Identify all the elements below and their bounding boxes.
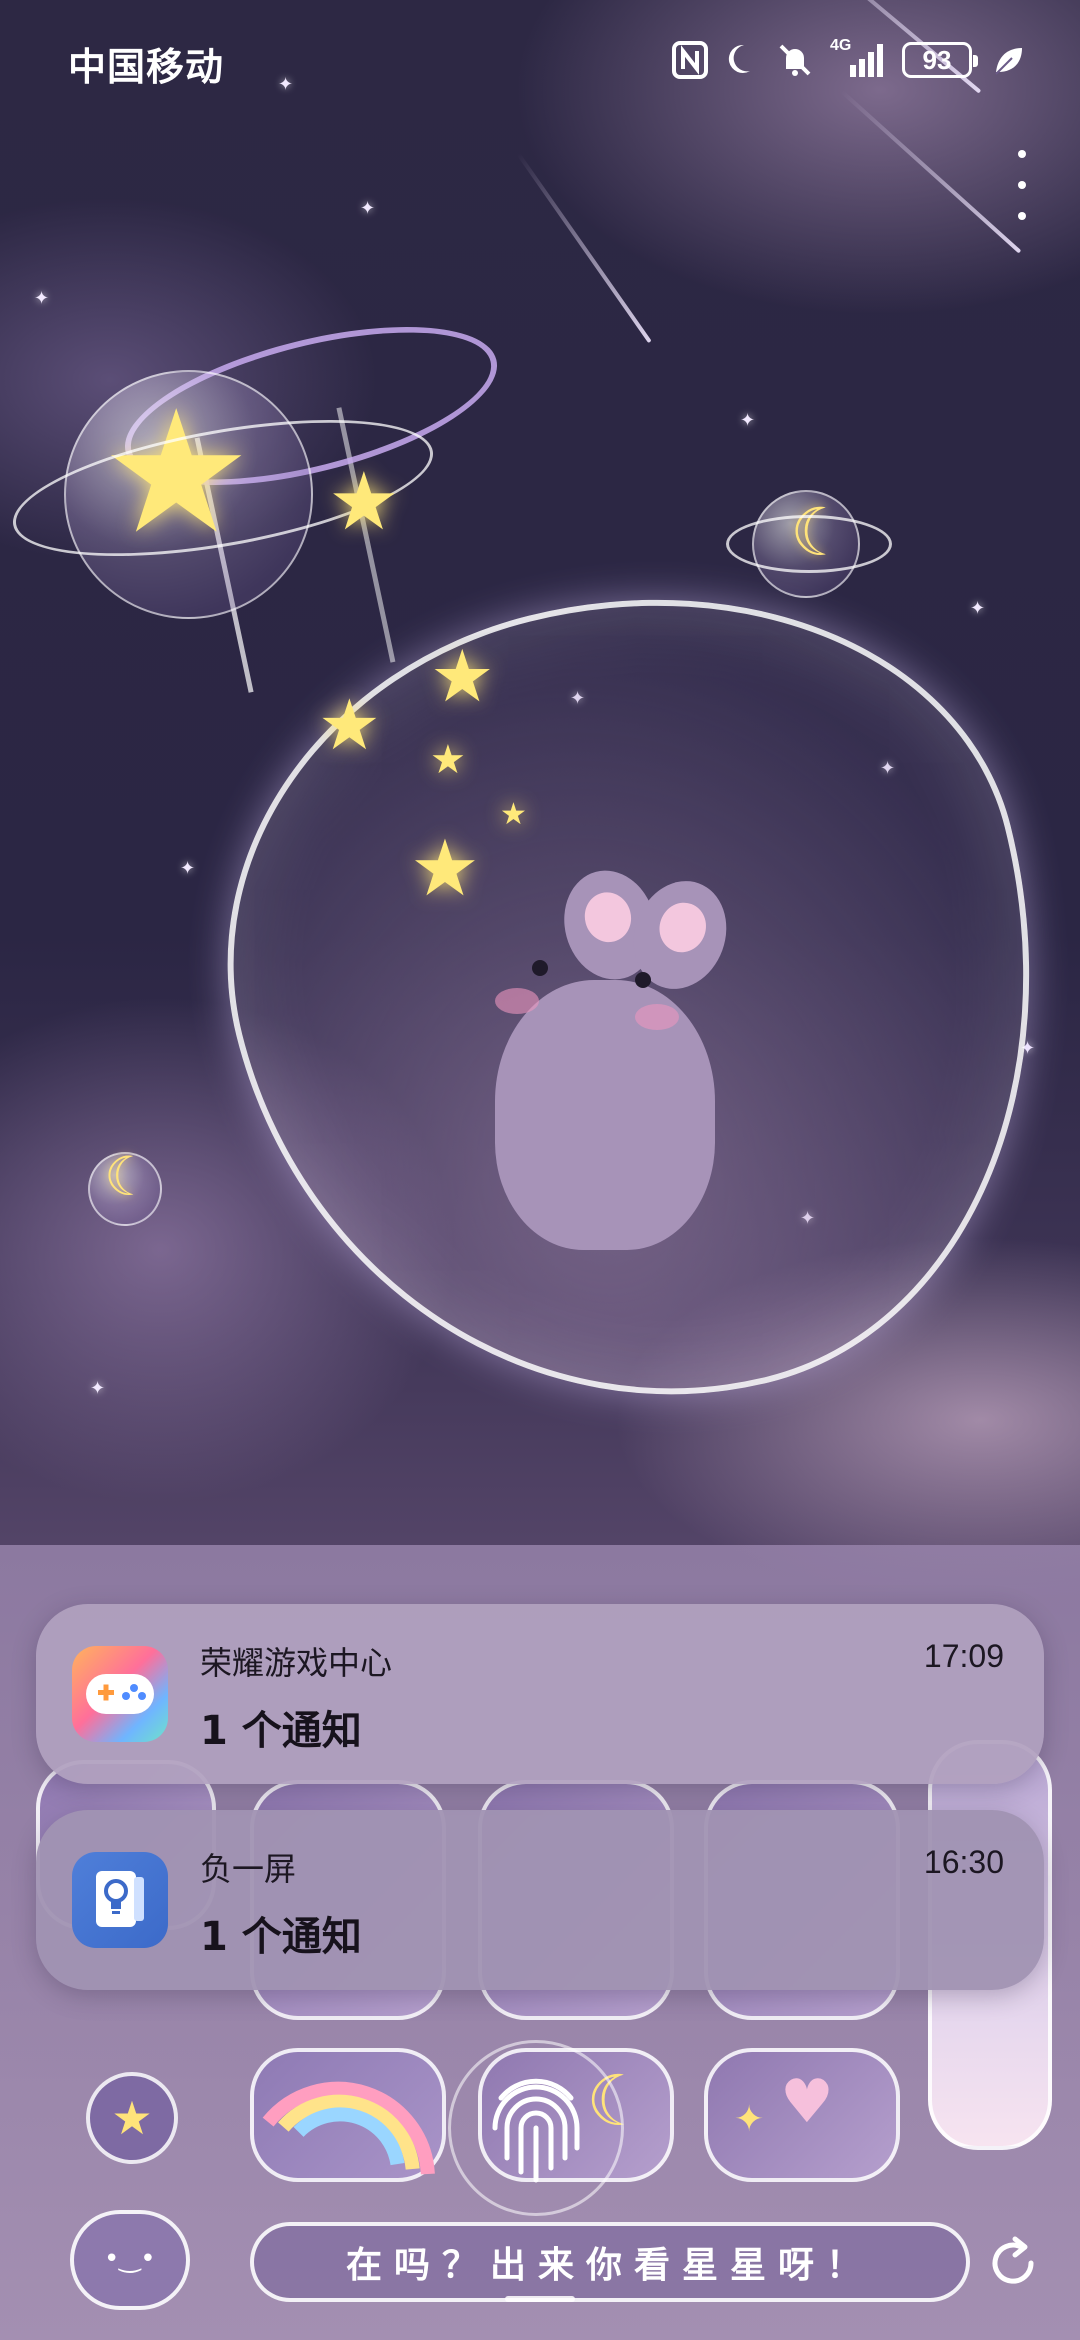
- status-icons: 4G 93: [672, 37, 1024, 82]
- notification-card[interactable]: 荣耀游戏中心 17:09 1 个通知: [36, 1604, 1044, 1784]
- notification-message: 1 个通知: [200, 1708, 362, 1754]
- moon-icon: ☾: [104, 1145, 153, 1208]
- fingerprint-icon[interactable]: [448, 2040, 624, 2216]
- star-wand-icon: ★: [410, 824, 480, 914]
- sparkle-icon: ✦: [180, 858, 196, 879]
- home-indicator[interactable]: [505, 2296, 575, 2302]
- status-bar: 中国移动 4G 93: [0, 0, 1080, 120]
- notification-app-name: 荣耀游戏中心: [200, 1644, 393, 1682]
- message-banner[interactable]: 在吗？出来你看星星呀！: [250, 2222, 970, 2302]
- star-icon: ★: [430, 634, 495, 718]
- moon-do-not-disturb-icon: [724, 41, 760, 79]
- more-vertical-icon[interactable]: [1012, 150, 1032, 220]
- nfc-icon: [672, 41, 708, 79]
- lightbulb-card-icon: [72, 1852, 168, 1948]
- notification-time: 16:30: [923, 1844, 1004, 1880]
- refresh-icon[interactable]: [982, 2232, 1044, 2294]
- rainbow-icon[interactable]: [250, 2048, 446, 2182]
- notification-app-name: 负一屏: [200, 1850, 297, 1888]
- star-button-icon[interactable]: ★: [86, 2072, 178, 2164]
- bunny-illustration: [485, 860, 745, 1260]
- orbit-ring: [726, 515, 892, 573]
- leaf-eco-icon: [992, 44, 1024, 76]
- notification-time: 17:09: [923, 1638, 1004, 1674]
- carrier-name: 中国移动: [68, 45, 225, 89]
- gamepad-icon: [72, 1646, 168, 1742]
- star-icon: ★: [328, 455, 400, 548]
- message-text: 在吗？出来你看星星呀！: [345, 2245, 874, 2286]
- star-icon: ★: [500, 797, 527, 832]
- star-icon: ★: [318, 684, 381, 766]
- bell-muted-icon: [776, 41, 814, 79]
- cloud-face-icon[interactable]: •‿•: [70, 2210, 190, 2310]
- sparkle-icon: ✦: [360, 198, 376, 219]
- magic-wand-icon[interactable]: ♥ ✦: [704, 2048, 900, 2182]
- sparkle-icon: ✦: [34, 288, 50, 309]
- notification-message: 1 个通知: [200, 1914, 362, 1960]
- sparkle-icon: ✦: [970, 598, 986, 619]
- star-icon: ★: [430, 737, 466, 783]
- notification-card[interactable]: 负一屏 16:30 1 个通知: [36, 1810, 1044, 1990]
- signal-icon: 4G: [830, 37, 886, 79]
- sparkle-icon: ✦: [90, 1378, 106, 1399]
- battery-level: 93: [922, 44, 952, 75]
- battery-icon: 93: [902, 42, 978, 78]
- sparkle-icon: ✦: [740, 410, 756, 431]
